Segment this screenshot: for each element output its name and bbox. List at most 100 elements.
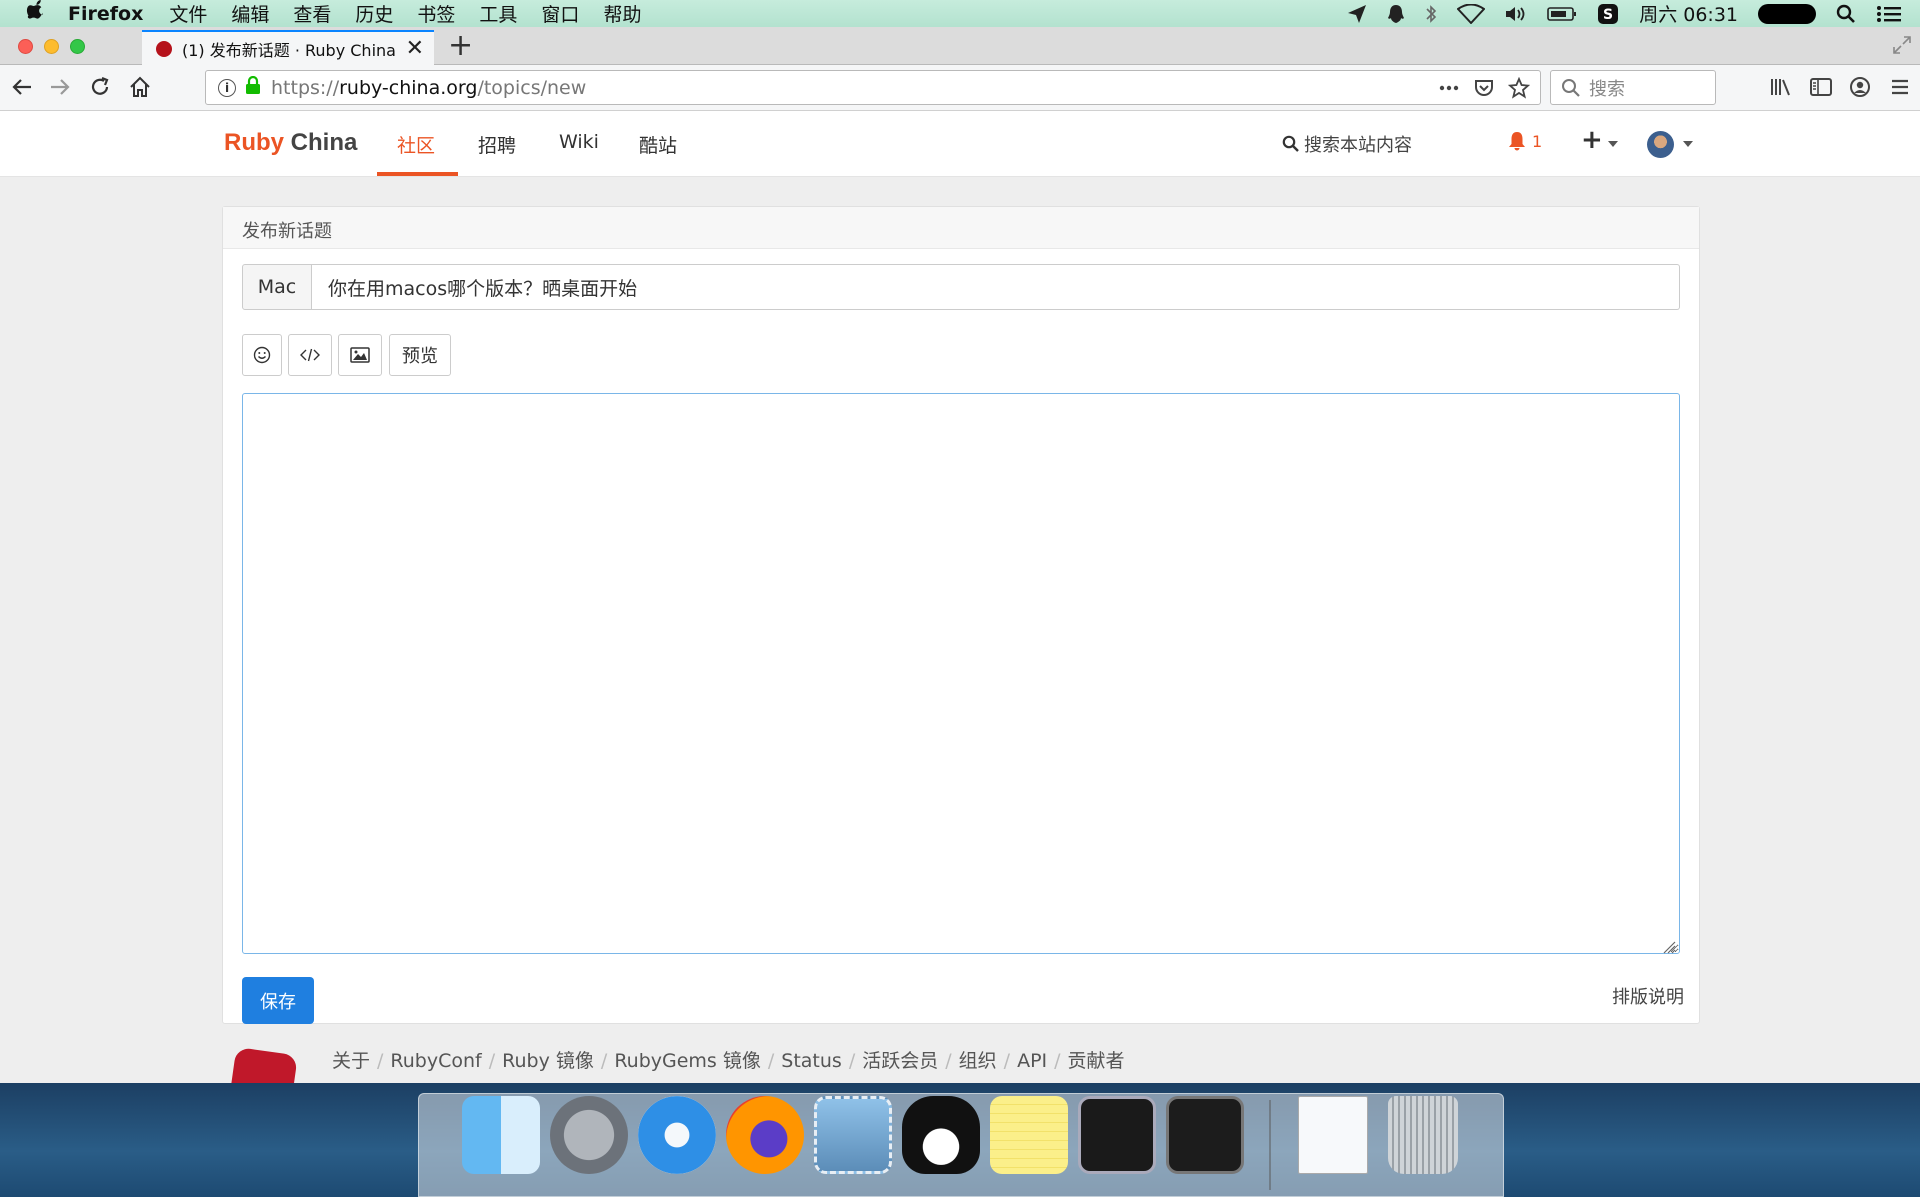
search-icon (1562, 78, 1580, 97)
activity-monitor-icon[interactable] (1078, 1096, 1156, 1174)
secure-lock-icon[interactable] (245, 75, 261, 99)
site-info-icon[interactable]: i (218, 78, 236, 97)
bluetooth-icon[interactable] (1425, 4, 1437, 24)
site-brand-logo[interactable]: Ruby China (224, 129, 357, 157)
menu-history[interactable]: 历史 (355, 0, 393, 27)
account-icon[interactable] (1850, 77, 1870, 102)
home-icon[interactable] (128, 75, 152, 104)
apple-menu-icon[interactable] (22, 0, 50, 28)
url-scheme: https:// (271, 76, 340, 99)
preview-button[interactable]: 预览 (389, 334, 451, 376)
topic-body-textarea[interactable] (242, 393, 1680, 954)
volume-icon[interactable] (1505, 5, 1527, 23)
formatting-help-link[interactable]: 排版说明 (1612, 983, 1684, 1009)
finder-icon[interactable] (462, 1096, 540, 1174)
footer-links: 关于 / RubyConf / Ruby 镜像 / RubyGems 镜像 / Status / 活… (332, 1046, 1125, 1073)
nav-jobs[interactable]: 招聘 (478, 131, 516, 158)
site-search-label: 搜索本站内容 (1304, 135, 1412, 156)
send-icon[interactable] (1347, 4, 1367, 24)
code-icon (300, 348, 320, 362)
mail-icon[interactable] (814, 1096, 892, 1174)
notifications-link[interactable]: 1 (1508, 131, 1542, 151)
fullscreen-restore-icon[interactable] (1892, 35, 1912, 60)
save-button[interactable]: 保存 (242, 977, 314, 1024)
terminal-icon[interactable] (1166, 1096, 1244, 1174)
menu-tools[interactable]: 工具 (479, 0, 517, 27)
qq-status-icon[interactable] (1387, 4, 1405, 24)
stickies-icon[interactable] (990, 1096, 1068, 1174)
footer-link-api[interactable]: API (1017, 1050, 1047, 1072)
launchpad-icon[interactable] (550, 1096, 628, 1174)
minimize-window-button[interactable] (44, 39, 59, 54)
ruby-logo (228, 1046, 298, 1083)
reload-icon[interactable] (88, 75, 112, 104)
menu-help[interactable]: 帮助 (603, 0, 641, 27)
firefox-icon[interactable] (726, 1096, 804, 1174)
menubar-clock[interactable]: 周六 06:31 (1639, 0, 1738, 27)
trash-icon[interactable] (1388, 1096, 1458, 1174)
browser-tab[interactable]: (1) 发布新话题 · Ruby China ✕ (142, 30, 434, 65)
sidebar-toggle-icon[interactable] (1810, 77, 1832, 102)
hamburger-menu-icon[interactable] (1890, 77, 1910, 102)
user-switcher-pill[interactable] (1758, 3, 1816, 24)
notification-count: 1 (1532, 131, 1543, 151)
browser-search-input[interactable]: 搜索 (1550, 70, 1716, 105)
close-window-button[interactable] (18, 39, 33, 54)
battery-icon[interactable] (1547, 6, 1577, 22)
qq-icon[interactable] (902, 1096, 980, 1174)
dock-separator (1269, 1100, 1271, 1190)
sogou-input-icon[interactable]: S (1597, 3, 1619, 25)
nav-wiki[interactable]: Wiki (559, 131, 599, 153)
library-icon[interactable] (1770, 77, 1792, 102)
bell-icon (1509, 132, 1525, 151)
safari-icon[interactable] (638, 1096, 716, 1174)
app-name-menu[interactable]: Firefox (68, 3, 143, 25)
create-new-icon[interactable]: + (1581, 125, 1603, 155)
site-search-link[interactable]: 搜索本站内容 (1282, 131, 1412, 157)
menu-bookmarks[interactable]: 书签 (417, 0, 455, 27)
menu-view[interactable]: 查看 (293, 0, 331, 27)
brand-ruby: Ruby (224, 129, 284, 156)
footer-link-about[interactable]: 关于 (332, 1050, 370, 1072)
footer-link-active-members[interactable]: 活跃会员 (862, 1050, 938, 1072)
chevron-down-icon[interactable] (1683, 141, 1693, 147)
menu-window[interactable]: 窗口 (541, 0, 579, 27)
resize-grip-icon[interactable] (1660, 938, 1676, 954)
wifi-icon[interactable] (1457, 3, 1486, 24)
image-upload-button[interactable] (338, 334, 382, 376)
image-icon (350, 347, 370, 363)
sql-document-icon[interactable] (1298, 1096, 1368, 1174)
navigation-toolbar: i https://ruby-china.org/topics/new 搜索 (0, 65, 1920, 111)
new-tab-button[interactable]: + (448, 28, 473, 63)
bookmark-star-icon[interactable] (1507, 76, 1531, 104)
node-selector[interactable]: Mac (242, 264, 312, 310)
footer-separator: / (1003, 1050, 1011, 1072)
footer-link-rubyconf[interactable]: RubyConf (390, 1050, 481, 1072)
chevron-down-icon[interactable] (1608, 141, 1618, 147)
nav-sites[interactable]: 酷站 (639, 131, 677, 158)
forward-icon[interactable] (48, 75, 72, 104)
url-text[interactable]: https://ruby-china.org/topics/new (271, 77, 586, 99)
menu-edit[interactable]: 编辑 (231, 0, 269, 27)
site-header: Ruby China 社区 招聘 Wiki 酷站 搜索本站内容 1 + (0, 111, 1920, 177)
menu-file[interactable]: 文件 (169, 0, 207, 27)
topic-title-input[interactable] (312, 264, 1680, 310)
address-bar[interactable]: i https://ruby-china.org/topics/new (205, 70, 1541, 105)
footer-link-rubygems-mirror[interactable]: RubyGems 镜像 (614, 1050, 761, 1072)
user-avatar[interactable] (1647, 131, 1674, 158)
footer-link-organizations[interactable]: 组织 (959, 1050, 997, 1072)
pocket-icon[interactable] (1474, 78, 1494, 103)
nav-community[interactable]: 社区 (397, 131, 435, 158)
notification-center-icon[interactable] (1876, 4, 1902, 24)
spotlight-icon[interactable] (1836, 4, 1856, 24)
footer-link-contributors[interactable]: 贡献者 (1068, 1050, 1125, 1072)
macos-menu-bar: Firefox 文件 编辑 查看 历史 书签 工具 窗口 帮助 S 周六 06:… (0, 0, 1920, 27)
tab-close-icon[interactable]: ✕ (406, 36, 424, 61)
back-icon[interactable] (10, 75, 34, 104)
footer-link-status[interactable]: Status (781, 1050, 842, 1072)
emoji-button[interactable] (242, 334, 282, 376)
zoom-window-button[interactable] (70, 39, 85, 54)
page-actions-icon[interactable] (1438, 78, 1460, 103)
code-button[interactable] (288, 334, 332, 376)
footer-link-ruby-mirror[interactable]: Ruby 镜像 (502, 1050, 594, 1072)
